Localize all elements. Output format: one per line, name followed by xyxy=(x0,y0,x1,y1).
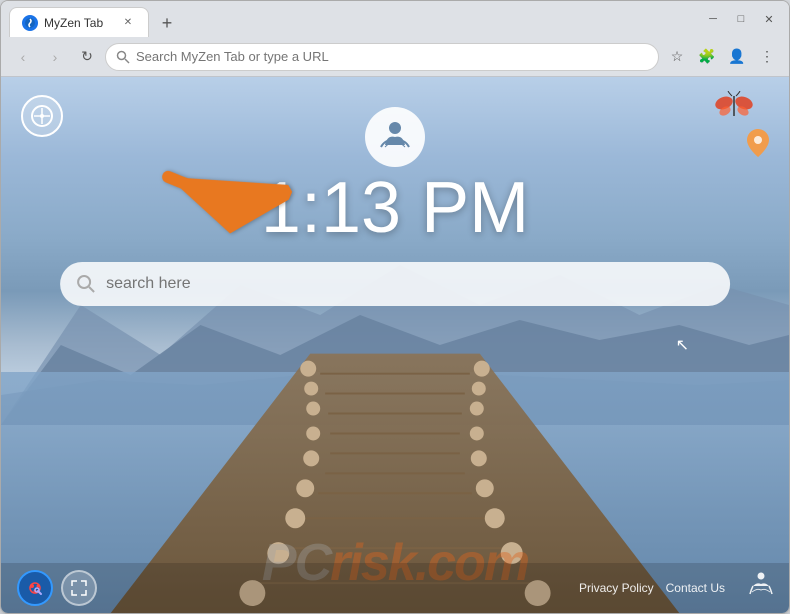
bottom-right-links: Privacy Policy Contact Us xyxy=(579,572,773,604)
browser-window: MyZen Tab ✕ + ─ □ ✕ ‹ › ↻ ☆ 🧩 👤 ⋮ xyxy=(0,0,790,614)
expand-icon[interactable] xyxy=(61,570,97,606)
antivirus-icon[interactable] xyxy=(17,570,53,606)
meditation-icon xyxy=(365,107,425,167)
contact-us-link[interactable]: Contact Us xyxy=(666,581,725,595)
compass-icon[interactable] xyxy=(21,95,63,137)
time-display: 1:13 PM xyxy=(261,167,529,249)
address-bar[interactable] xyxy=(105,43,659,71)
active-tab[interactable]: MyZen Tab ✕ xyxy=(9,7,149,37)
nav-right-icons: ☆ 🧩 👤 ⋮ xyxy=(663,43,781,71)
navbar: ‹ › ↻ ☆ 🧩 👤 ⋮ xyxy=(1,37,789,77)
profile-button[interactable]: 👤 xyxy=(723,43,751,71)
tab-area: MyZen Tab ✕ + xyxy=(9,1,181,37)
close-button[interactable]: ✕ xyxy=(757,7,781,31)
forward-button[interactable]: › xyxy=(41,43,69,71)
bookmark-button[interactable]: ☆ xyxy=(663,43,691,71)
page-search-input[interactable] xyxy=(106,275,714,293)
minimize-button[interactable]: ─ xyxy=(701,7,725,31)
page-content: 1:13 PM ↖ PCrisk.com xyxy=(1,77,789,613)
privacy-policy-link[interactable]: Privacy Policy xyxy=(579,581,654,595)
meditation-bottom-icon xyxy=(749,572,773,604)
window-controls: ─ □ ✕ xyxy=(701,7,781,31)
tab-close-button[interactable]: ✕ xyxy=(120,15,136,31)
page-search-icon xyxy=(76,274,96,294)
tab-title: MyZen Tab xyxy=(44,16,103,30)
maximize-button[interactable]: □ xyxy=(729,7,753,31)
extensions-button[interactable]: 🧩 xyxy=(693,43,721,71)
bottom-left-icons xyxy=(17,570,97,606)
refresh-button[interactable]: ↻ xyxy=(73,43,101,71)
tab-favicon xyxy=(22,15,38,31)
titlebar: MyZen Tab ✕ + ─ □ ✕ xyxy=(1,1,789,37)
address-input[interactable] xyxy=(136,49,648,64)
location-pin[interactable] xyxy=(747,129,769,162)
new-tab-button[interactable]: + xyxy=(153,9,181,37)
menu-button[interactable]: ⋮ xyxy=(753,43,781,71)
search-icon xyxy=(116,50,130,64)
mascot-icon xyxy=(714,91,754,128)
back-button[interactable]: ‹ xyxy=(9,43,37,71)
bottom-bar: Privacy Policy Contact Us xyxy=(1,563,789,613)
page-search-bar[interactable] xyxy=(60,262,730,306)
